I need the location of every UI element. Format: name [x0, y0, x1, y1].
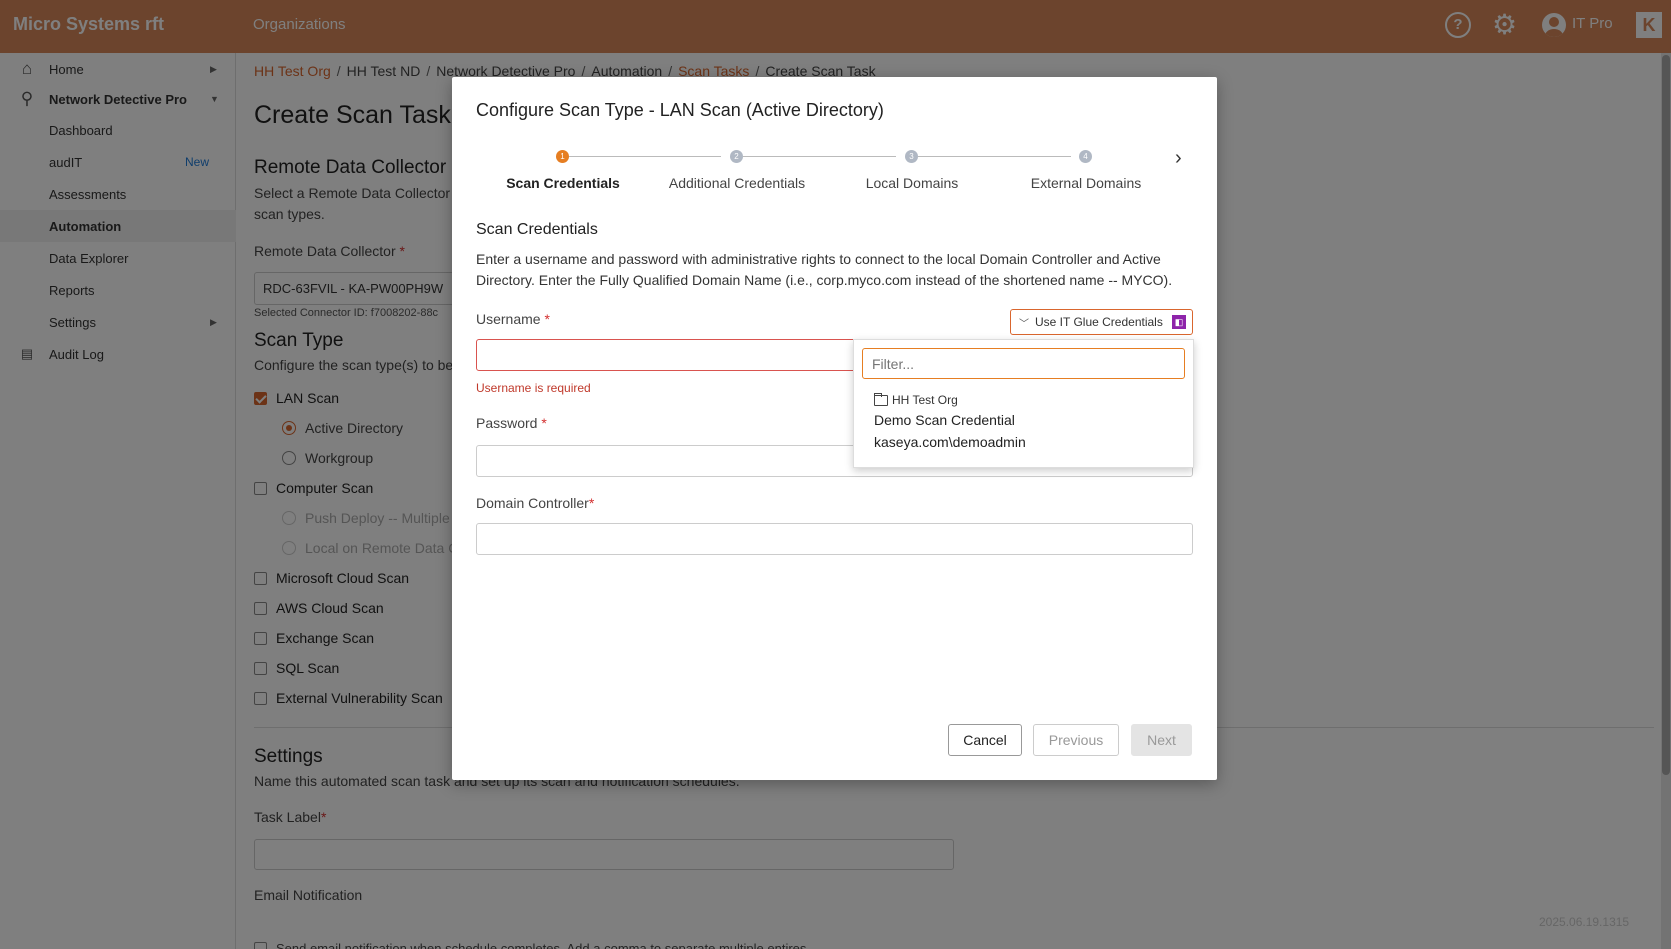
use-it-glue-credentials-button[interactable]: ﹀ Use IT Glue Credentials ◧ — [1010, 309, 1193, 335]
step-3-indicator[interactable]: 3 — [905, 150, 918, 163]
modal-title: Configure Scan Type - LAN Scan (Active D… — [476, 100, 884, 120]
previous-button[interactable]: Previous — [1033, 724, 1119, 756]
next-button[interactable]: Next — [1131, 724, 1192, 756]
step-3-label[interactable]: Local Domains — [866, 175, 959, 191]
step-connector — [918, 156, 1071, 157]
chevron-right-icon[interactable]: › — [1175, 148, 1182, 168]
folder-icon — [874, 392, 888, 406]
it-glue-logo-icon: ◧ — [1172, 315, 1186, 329]
step-2-label[interactable]: Additional Credentials — [669, 175, 805, 191]
domain-controller-input[interactable] — [476, 523, 1193, 555]
cancel-button[interactable]: Cancel — [948, 724, 1022, 756]
credential-option[interactable]: kaseya.com\demoadmin — [874, 434, 1026, 450]
step-connector — [743, 156, 896, 157]
chevron-down-icon: ﹀ — [1019, 318, 1029, 330]
step-connector — [569, 156, 721, 157]
step-2-indicator[interactable]: 2 — [730, 150, 743, 163]
step-4-label[interactable]: External Domains — [1031, 175, 1142, 191]
step-1-indicator[interactable]: 1 — [556, 150, 569, 163]
username-error: Username is required — [476, 381, 591, 395]
filter-input[interactable] — [862, 348, 1185, 379]
username-label: Username * — [476, 311, 550, 327]
password-label: Password * — [476, 415, 547, 431]
step-4-indicator[interactable]: 4 — [1079, 150, 1092, 163]
it-glue-credentials-dropdown: HH Test Org Demo Scan Credential kaseya.… — [853, 339, 1194, 468]
credential-option[interactable]: Demo Scan Credential — [874, 412, 1015, 428]
org-group: HH Test Org — [874, 392, 958, 407]
step-1-label[interactable]: Scan Credentials — [506, 175, 620, 191]
section-title: Scan Credentials — [476, 221, 598, 238]
section-description: Enter a username and password with admin… — [476, 251, 1173, 288]
domain-controller-label: Domain Controller* — [476, 495, 595, 511]
configure-scan-modal: Configure Scan Type - LAN Scan (Active D… — [452, 77, 1217, 780]
